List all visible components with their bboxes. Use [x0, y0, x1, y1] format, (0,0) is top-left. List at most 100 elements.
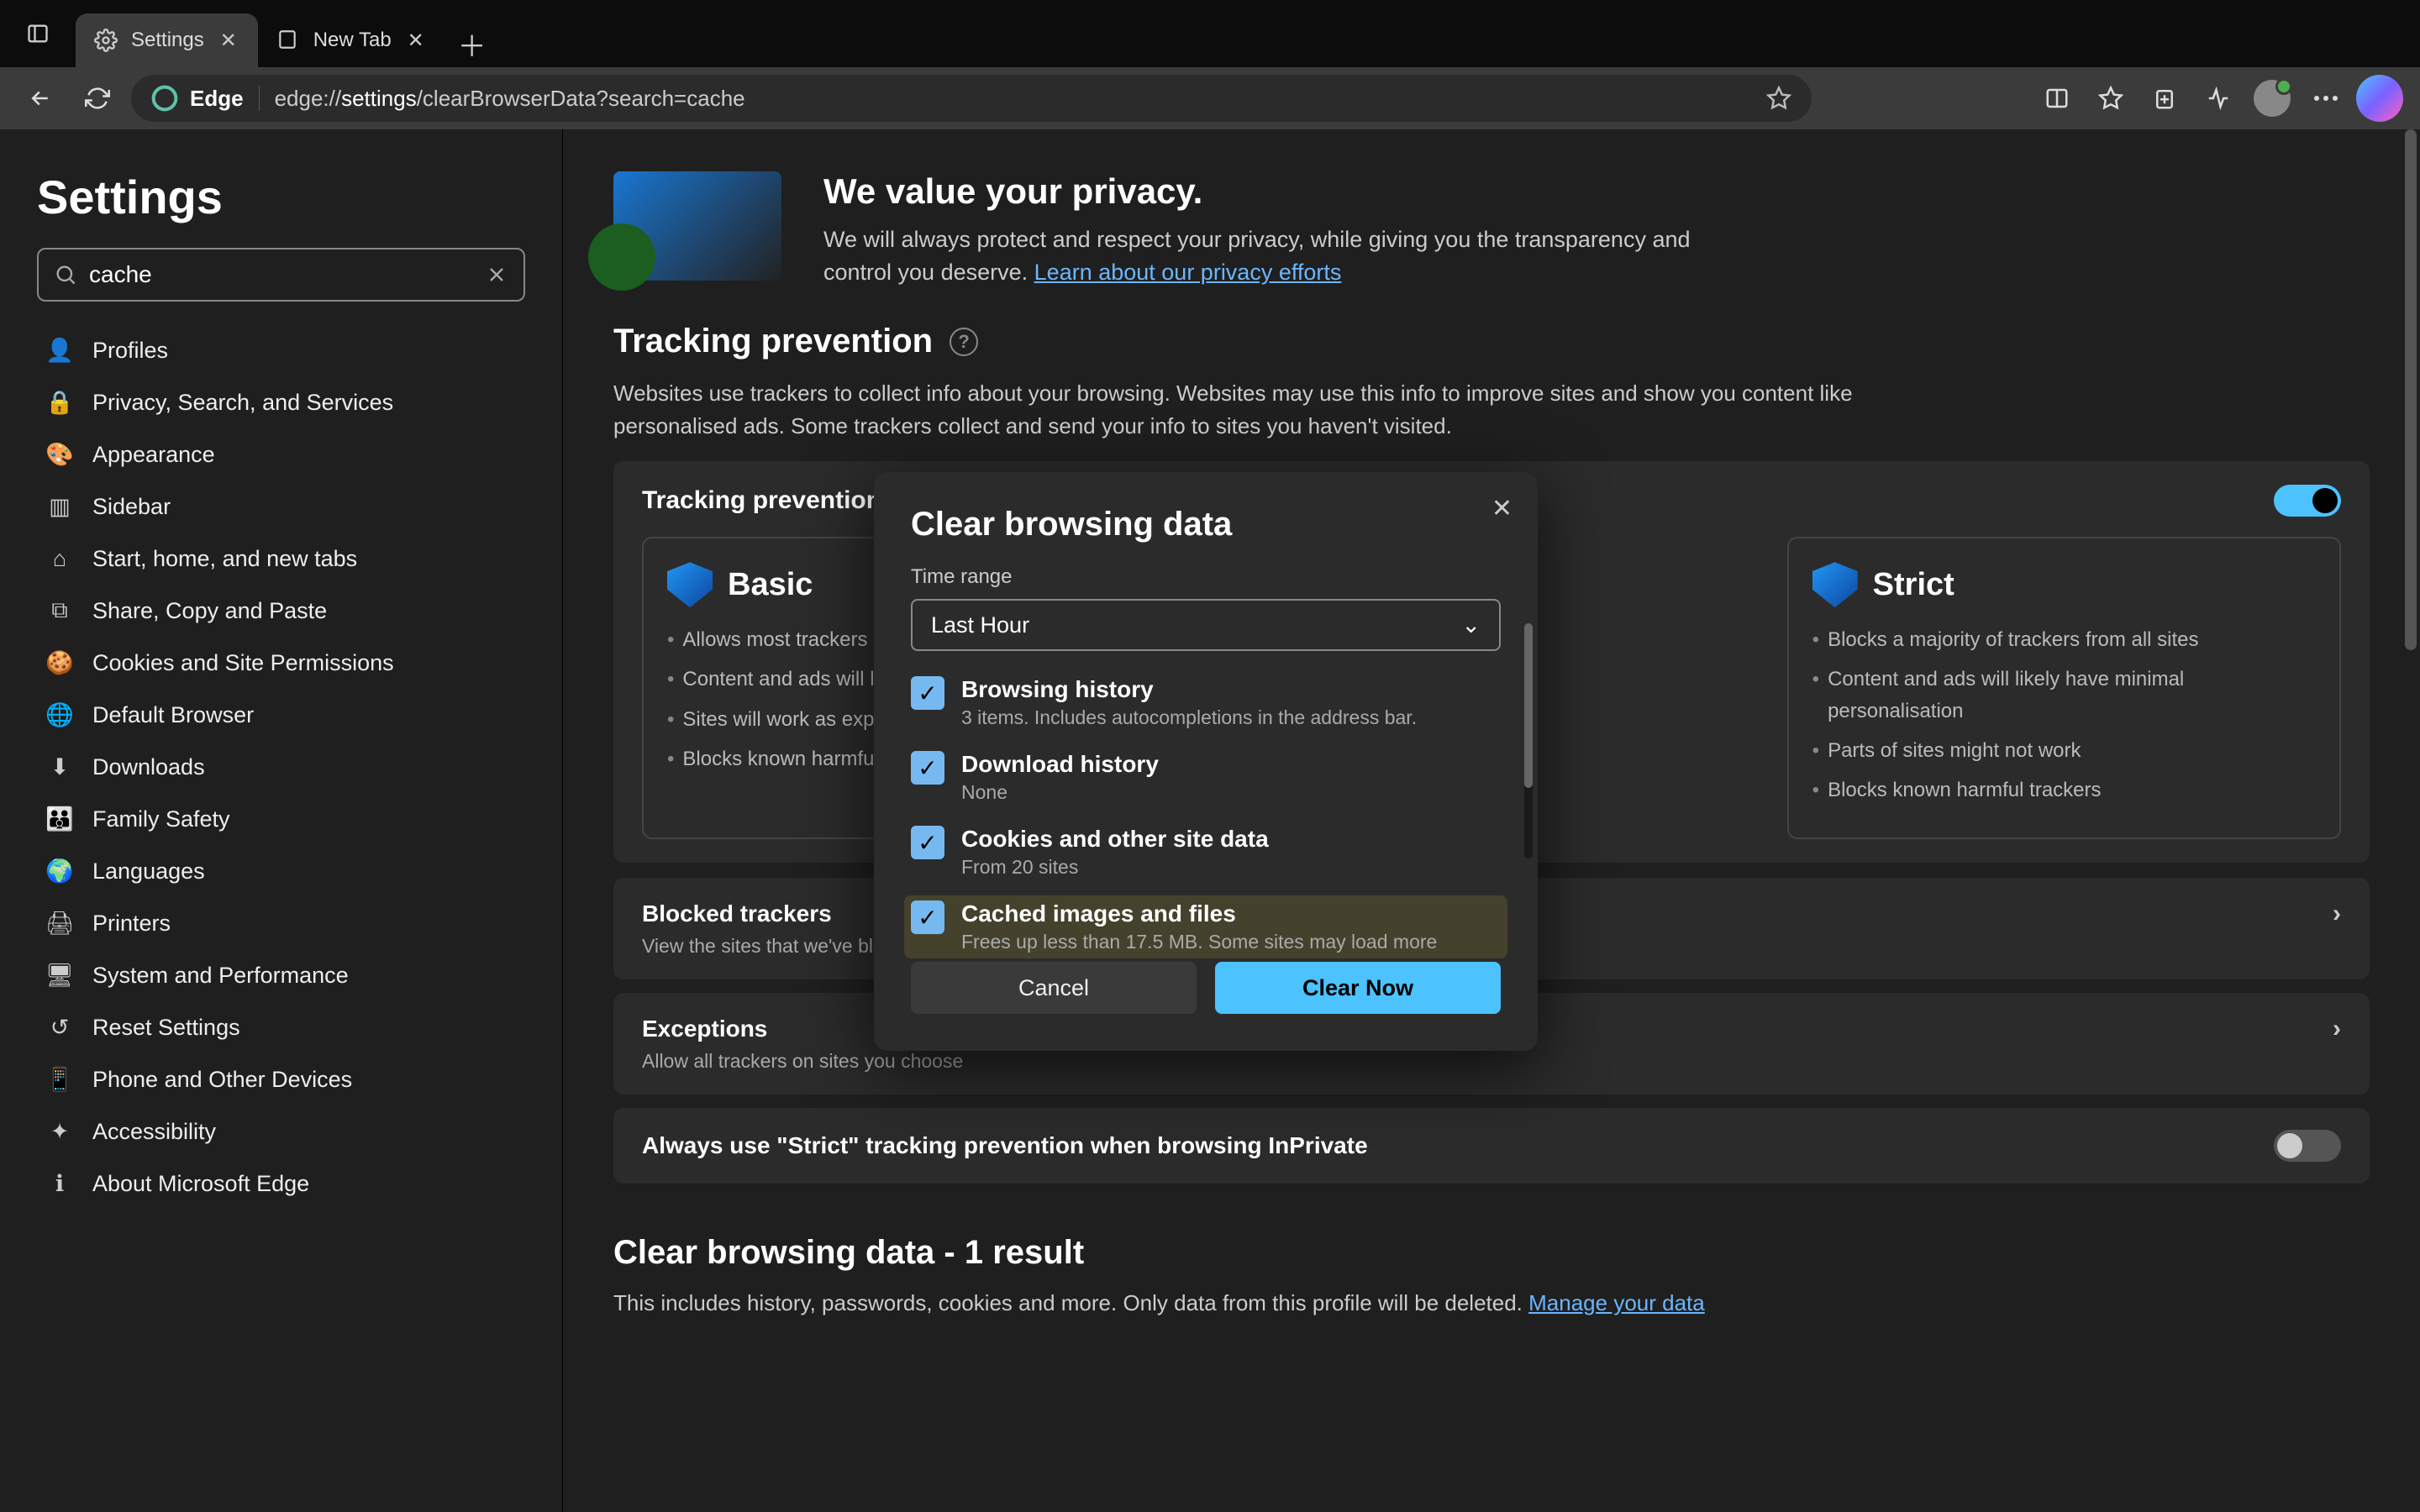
dialog-scrollbar[interactable]	[1524, 623, 1533, 858]
nav-icon: 🌐	[45, 701, 74, 728]
nav-icon: ℹ	[45, 1171, 74, 1197]
nav-icon: 🔒	[45, 389, 74, 416]
settings-sidebar: Settings 👤Profiles🔒Privacy, Search, and …	[0, 129, 563, 1512]
sidebar-item[interactable]: ↺Reset Settings	[37, 1002, 525, 1053]
tab-newtab[interactable]: New Tab ✕	[258, 13, 445, 67]
clear-data-desc: This includes history, passwords, cookie…	[613, 1287, 1958, 1320]
nav-label: About Microsoft Edge	[92, 1171, 309, 1197]
tracking-desc: Websites use trackers to collect info ab…	[613, 377, 1958, 443]
split-screen-icon[interactable]	[2033, 75, 2081, 122]
more-menu-button[interactable]	[2302, 75, 2349, 122]
sidebar-toggle-icon[interactable]	[14, 10, 61, 57]
checkbox[interactable]: ✓	[911, 826, 944, 859]
nav-icon: 🌍	[45, 858, 74, 885]
site-identity[interactable]: Edge	[151, 85, 244, 112]
sidebar-item[interactable]: 👤Profiles	[37, 325, 525, 375]
new-tab-button[interactable]: ＋	[455, 27, 489, 60]
sidebar-item[interactable]: 🖨 Printers	[37, 898, 525, 948]
sidebar-item[interactable]: 🌐Default Browser	[37, 690, 525, 740]
checkbox[interactable]: ✓	[911, 751, 944, 785]
sidebar-item[interactable]: ✦Accessibility	[37, 1106, 525, 1157]
collections-icon[interactable]	[2141, 75, 2188, 122]
clear-now-button[interactable]: Clear Now	[1215, 962, 1501, 1014]
close-icon[interactable]: ✕	[218, 29, 239, 51]
copilot-button[interactable]	[2356, 75, 2403, 122]
row-sub: Allow all trackers on sites you choose	[642, 1050, 2341, 1073]
nav-label: Languages	[92, 858, 205, 885]
url-text: edge://settings/clearBrowserData?search=…	[275, 86, 1751, 112]
chevron-right-icon: ›	[2333, 900, 2341, 928]
shield-icon	[1812, 562, 1858, 607]
settings-nav: 👤Profiles 🔒 Privacy, Search, and Services 🎨…	[37, 325, 525, 1209]
sidebar-item[interactable]: 🔒 Privacy, Search, and Services	[37, 377, 525, 428]
dialog-data-type-row: ✓ Download history None	[911, 751, 1501, 804]
nav-icon: ⧉	[45, 597, 74, 624]
checkbox-subtitle: From 20 sites	[961, 856, 1269, 879]
sidebar-item[interactable]: ⧉ Share, Copy and Paste	[37, 585, 525, 636]
sidebar-item[interactable]: 👪 Family Safety	[37, 794, 525, 844]
chevron-down-icon: ⌄	[1461, 612, 1481, 638]
nav-label: Printers	[92, 911, 171, 937]
tracking-toggle[interactable]	[2274, 485, 2341, 517]
sidebar-item[interactable]: 🖥System and Performance	[37, 950, 525, 1000]
nav-icon: 🎨	[45, 441, 74, 468]
row-title: Always use "Strict" tracking prevention …	[642, 1132, 1368, 1159]
time-range-label: Time range	[911, 565, 1501, 589]
sidebar-item[interactable]: ⬇ Downloads	[37, 742, 525, 792]
nav-icon: ⬇	[45, 754, 74, 780]
checkbox[interactable]: ✓	[911, 676, 944, 710]
nav-icon: 🍪	[45, 649, 74, 676]
sidebar-item[interactable]: 🎨Appearance	[37, 429, 525, 480]
refresh-button[interactable]	[74, 75, 121, 122]
time-range-select[interactable]: Last Hour ⌄	[911, 599, 1501, 651]
checkbox-subtitle: Frees up less than 17.5 MB. Some sites m…	[961, 931, 1437, 953]
nav-label: System and Performance	[92, 963, 349, 989]
manage-data-link[interactable]: Manage your data	[1528, 1290, 1705, 1315]
profile-button[interactable]	[2249, 75, 2296, 122]
browser-toolbar: Edge edge://settings/clearBrowserData?se…	[0, 67, 2420, 129]
favorite-star-icon[interactable]	[1766, 86, 1791, 111]
help-icon[interactable]: ?	[950, 328, 978, 356]
search-icon	[54, 263, 77, 286]
sidebar-item[interactable]: 🌍 Languages	[37, 846, 525, 896]
nav-label: Privacy, Search, and Services	[92, 390, 393, 416]
select-value: Last Hour	[931, 612, 1029, 638]
sidebar-item[interactable]: ⌂Start, home, and new tabs	[37, 533, 525, 584]
inprivate-toggle[interactable]	[2274, 1130, 2341, 1162]
checkbox[interactable]: ✓	[911, 900, 944, 934]
shield-icon	[667, 562, 713, 607]
dialog-close-button[interactable]: ✕	[1491, 494, 1512, 523]
checkbox-title: Download history	[961, 751, 1159, 778]
dialog-data-type-row: ✓ Cached images and files Frees up less …	[904, 895, 1507, 958]
settings-search-input[interactable]	[37, 248, 525, 302]
clear-data-heading: Clear browsing data - 1 result	[613, 1234, 2370, 1272]
sidebar-item[interactable]: 📱Phone and Other Devices	[37, 1054, 525, 1105]
nav-icon: 🖨	[45, 910, 74, 937]
level-strict[interactable]: Strict Blocks a majority of trackers fro…	[1787, 537, 2341, 839]
address-bar[interactable]: Edge edge://settings/clearBrowserData?se…	[131, 75, 1812, 122]
gear-icon	[94, 29, 118, 52]
privacy-hero: We value your privacy. We will always pr…	[613, 171, 2370, 289]
close-icon[interactable]: ✕	[405, 29, 427, 51]
level-title-text: Basic	[728, 567, 813, 603]
content-scrollbar[interactable]	[2405, 129, 2417, 1512]
nav-label: Family Safety	[92, 806, 230, 832]
tracking-heading: Tracking prevention ?	[613, 323, 2370, 360]
back-button[interactable]	[17, 75, 64, 122]
sidebar-item[interactable]: ℹ About Microsoft Edge	[37, 1158, 525, 1209]
clear-search-icon[interactable]	[485, 263, 508, 286]
sidebar-item[interactable]: 🍪Cookies and Site Permissions	[37, 638, 525, 688]
separator	[259, 86, 260, 111]
row-title: Exceptions	[642, 1016, 767, 1042]
hero-link[interactable]: Learn about our privacy efforts	[1034, 260, 1342, 285]
nav-label: Sidebar	[92, 494, 171, 520]
favorites-icon[interactable]	[2087, 75, 2134, 122]
nav-label: Share, Copy and Paste	[92, 598, 327, 624]
nav-label: Downloads	[92, 754, 205, 780]
nav-icon: 👪	[45, 806, 74, 832]
cancel-button[interactable]: Cancel	[911, 962, 1197, 1014]
performance-icon[interactable]	[2195, 75, 2242, 122]
tab-label: Settings	[131, 29, 204, 52]
tab-settings[interactable]: Settings ✕	[76, 13, 258, 67]
sidebar-item[interactable]: ▥Sidebar	[37, 481, 525, 532]
